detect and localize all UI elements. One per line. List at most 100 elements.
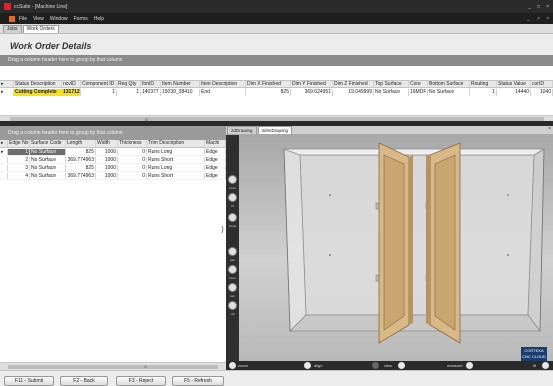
table-cell[interactable]: Runs Short — [147, 157, 205, 163]
column-header[interactable]: Dim X Finished — [246, 81, 291, 87]
table-row[interactable]: 4 No Surface 369.774963 1000 0 Runs Shor… — [0, 173, 226, 180]
table-cell[interactable]: 369.774963 — [66, 173, 96, 179]
panel-close-icon[interactable]: × — [548, 126, 551, 132]
menu-file[interactable]: File — [19, 16, 27, 22]
maximize-icon[interactable]: □ — [537, 4, 540, 10]
tab-2d-drawing[interactable]: 2dDrawing — [227, 126, 257, 134]
column-header[interactable]: Routing — [470, 81, 497, 87]
table-cell[interactable]: 1 — [470, 89, 497, 96]
horizontal-scrollbar[interactable]: III — [0, 362, 226, 370]
tab-3d-drawing[interactable]: 3dImDrawing — [257, 126, 293, 134]
table-cell[interactable]: 2 — [8, 157, 30, 163]
table-cell[interactable]: No Surface — [30, 165, 66, 171]
table-cell[interactable]: 1000 — [96, 165, 118, 171]
table-cell[interactable]: 0 — [118, 173, 147, 179]
table-cell[interactable]: No Surface — [30, 173, 66, 179]
column-header[interactable]: Dim Y Finished — [291, 81, 333, 87]
table-cell[interactable]: 1040 — [531, 89, 553, 96]
column-header[interactable]: Req Qty — [117, 81, 141, 87]
column-header[interactable]: Core — [409, 81, 428, 87]
back-button[interactable]: F2 - Back — [60, 376, 108, 386]
fit-icon[interactable] — [542, 362, 549, 369]
table-cell[interactable]: Edge — [205, 165, 226, 171]
table-cell[interactable]: No Surface — [428, 89, 470, 96]
table-cell[interactable]: Edge — [205, 149, 226, 155]
cabinet-3d-model[interactable] — [226, 135, 553, 361]
table-cell[interactable]: No Surface — [30, 157, 66, 163]
close-icon[interactable]: × — [546, 4, 549, 10]
table-cell[interactable]: 131712 — [62, 89, 81, 96]
tab-work-orders[interactable]: Work Orders — [22, 25, 59, 33]
column-header[interactable]: Item Number — [161, 81, 200, 87]
column-header[interactable]: Thickness — [118, 140, 147, 147]
table-cell[interactable]: Edge — [205, 173, 226, 179]
refresh-button[interactable]: F5 - Refresh — [172, 376, 224, 386]
table-cell[interactable]: 3 — [8, 165, 30, 171]
column-header[interactable]: Item Description — [200, 81, 246, 87]
table-cell[interactable]: 15039_38410 — [161, 89, 200, 96]
pan-tool-icon[interactable] — [228, 247, 237, 256]
column-header[interactable]: Edge No — [8, 140, 30, 147]
view-prev-icon[interactable] — [372, 362, 379, 369]
column-header[interactable]: corID — [531, 81, 553, 87]
column-header[interactable]: ItmID — [141, 81, 161, 87]
table-cell[interactable]: 0 — [118, 165, 147, 171]
table-cell[interactable]: 0 — [118, 149, 147, 155]
column-header[interactable]: Machi — [205, 140, 226, 147]
menu-view[interactable]: View — [33, 16, 44, 22]
tab-jobs[interactable]: Jobs — [3, 25, 22, 33]
reject-button[interactable]: F3 - Reject — [116, 376, 166, 386]
table-cell[interactable]: 1 — [117, 89, 141, 96]
column-header[interactable]: Bottom Surface — [428, 81, 470, 87]
column-header[interactable]: Status Value — [497, 81, 531, 87]
pivot-tool-icon[interactable] — [228, 265, 237, 274]
table-cell[interactable]: 19.049999 — [333, 89, 374, 96]
table-cell[interactable]: 1000 — [96, 173, 118, 179]
column-header[interactable]: Surface Code — [30, 140, 66, 147]
column-header[interactable]: Dim Z Finished — [333, 81, 374, 87]
minimize-icon[interactable]: _ — [528, 4, 531, 10]
table-cell[interactable]: Runs Short — [147, 173, 205, 179]
align-icon[interactable] — [304, 362, 311, 369]
column-header[interactable]: Length — [66, 140, 96, 147]
submit-button[interactable]: F11 - Submit — [4, 376, 54, 386]
child-minimize-icon[interactable]: _ — [527, 16, 530, 22]
table-cell[interactable]: Runs Long — [147, 165, 205, 171]
table-row[interactable]: 3 No Surface 825 1000 0 Runs Long Edge — [0, 165, 226, 172]
table-cell[interactable]: 1 — [8, 149, 30, 155]
group-by-bar[interactable]: Drag a column header here to group by th… — [0, 55, 553, 66]
table-cell[interactable]: 1000 — [96, 157, 118, 163]
view-next-icon[interactable] — [398, 362, 405, 369]
table-row[interactable]: ▸ 1 No Surface 825 1000 0 Runs Long Edge — [0, 149, 226, 156]
roll-tool-icon[interactable] — [228, 301, 237, 310]
table-row[interactable]: ▸ Cutting Complete 131712 1 1 140377 150… — [0, 89, 553, 96]
table-cell[interactable]: No Surface — [374, 89, 409, 96]
table-cell[interactable]: 16MDF — [409, 89, 428, 96]
table-cell[interactable]: 825 — [66, 165, 96, 171]
table-cell[interactable]: 1 — [81, 89, 117, 96]
3d-viewport[interactable]: CORTEXA CNC CLOUD — [226, 135, 553, 362]
child-close-icon[interactable]: × — [546, 16, 549, 22]
table-cell[interactable]: Cutting Complete — [14, 89, 62, 96]
table-cell[interactable]: End — [200, 89, 246, 96]
scrollbar-thumb[interactable] — [8, 365, 218, 369]
column-header[interactable]: Component ID — [81, 81, 117, 87]
table-cell[interactable]: 4 — [8, 173, 30, 179]
table-cell[interactable]: 14440 — [497, 89, 531, 96]
table-cell[interactable]: 825 — [66, 149, 96, 155]
menu-forms[interactable]: Forms — [74, 16, 88, 22]
zoom-icon[interactable] — [229, 362, 236, 369]
menu-window[interactable]: Window — [50, 16, 68, 22]
table-cell[interactable]: Edge — [205, 157, 226, 163]
study-tool-icon[interactable] — [228, 213, 237, 222]
column-header[interactable]: Width — [96, 140, 118, 147]
table-cell[interactable]: 140377 — [141, 89, 161, 96]
group-by-bar[interactable]: Drag a column header here to group by th… — [0, 126, 226, 140]
column-header[interactable]: ncvID — [62, 81, 81, 87]
table-row[interactable]: 2 No Surface 369.774963 1000 0 Runs Shor… — [0, 157, 226, 164]
column-header[interactable]: Trim Description — [147, 140, 205, 147]
column-header[interactable]: Top Surface — [374, 81, 409, 87]
child-restore-icon[interactable]: ↗ — [536, 16, 540, 22]
fit-tool-icon[interactable] — [228, 193, 237, 202]
menu-help[interactable]: Help — [94, 16, 104, 22]
